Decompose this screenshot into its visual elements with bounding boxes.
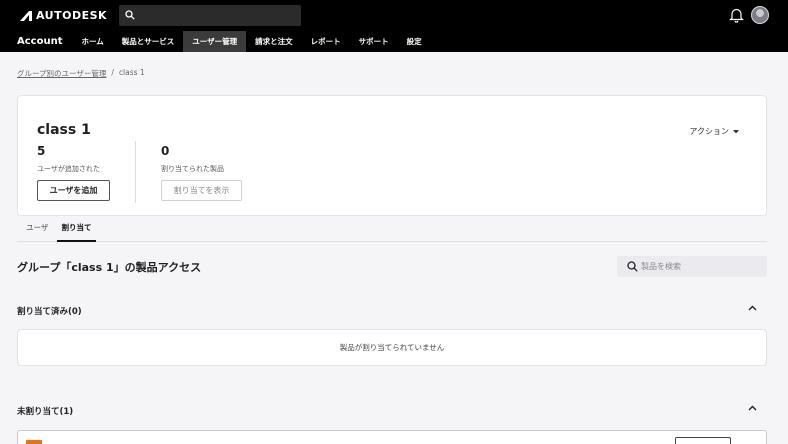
product-row-button[interactable] bbox=[675, 437, 731, 444]
action-menu-button[interactable]: アクション bbox=[689, 126, 739, 137]
add-user-button[interactable]: ユーザを追加 bbox=[37, 180, 110, 201]
nav-item-settings[interactable]: 設定 bbox=[398, 31, 431, 52]
caret-down-icon bbox=[733, 129, 739, 133]
nav-item-billing-orders[interactable]: 請求と注文 bbox=[246, 31, 302, 52]
global-search-input[interactable] bbox=[119, 5, 301, 26]
product-icon bbox=[26, 440, 42, 444]
bell-icon[interactable] bbox=[729, 7, 744, 23]
products-stat: 0 割り当てられた製品 bbox=[161, 144, 224, 174]
assigned-header-label: 割り当て済み(0) bbox=[17, 307, 82, 317]
group-title: class 1 bbox=[37, 122, 91, 138]
nav-item-products-services[interactable]: 製品とサービス bbox=[113, 31, 184, 52]
chevron-up-icon[interactable] bbox=[748, 405, 757, 411]
user-avatar[interactable] bbox=[751, 6, 769, 24]
nav-account[interactable]: Account bbox=[0, 31, 72, 52]
view-assignments-button[interactable]: 割り当てを表示 bbox=[161, 180, 242, 201]
autodesk-logo-icon bbox=[20, 10, 32, 21]
tab-users[interactable]: ユーザ bbox=[26, 217, 48, 242]
users-stat: 5 ユーザが追加された bbox=[37, 144, 100, 174]
product-search-input[interactable]: 製品を検索 bbox=[617, 256, 767, 277]
breadcrumb-current: class 1 bbox=[118, 68, 145, 77]
assigned-accordion-header[interactable]: 割り当て済み(0) bbox=[17, 305, 767, 317]
products-count: 0 bbox=[161, 144, 170, 158]
users-count-label: ユーザが追加された bbox=[37, 165, 100, 173]
search-icon bbox=[627, 261, 638, 272]
breadcrumb-separator: / bbox=[111, 68, 114, 77]
chevron-up-icon[interactable] bbox=[748, 305, 757, 311]
nav-item-reports[interactable]: レポート bbox=[302, 31, 350, 52]
stat-divider bbox=[135, 141, 136, 203]
product-access-title: グループ「class 1」の製品アクセス bbox=[17, 261, 202, 274]
products-count-label: 割り当てられた製品 bbox=[161, 165, 224, 173]
unassigned-accordion-header[interactable]: 未割り当て(1) bbox=[17, 405, 767, 417]
unassigned-product-row[interactable] bbox=[17, 430, 767, 444]
nav-item-user-management[interactable]: ユーザー管理 bbox=[183, 31, 247, 52]
users-count: 5 bbox=[37, 144, 46, 158]
unassigned-header-label: 未割り当て(1) bbox=[17, 407, 74, 417]
logo-text: AUTODESK bbox=[36, 9, 108, 22]
nav-item-support[interactable]: サポート bbox=[350, 31, 398, 52]
empty-state-text: 製品が割り当てられていません bbox=[339, 343, 445, 352]
nav-item-home[interactable]: ホーム bbox=[72, 31, 112, 52]
autodesk-logo[interactable]: AUTODESK bbox=[20, 9, 107, 22]
search-icon bbox=[125, 10, 135, 20]
breadcrumb: グループ別のユーザー管理 / class 1 bbox=[17, 68, 145, 79]
top-bar: AUTODESK bbox=[0, 0, 788, 31]
action-menu-label: アクション bbox=[689, 127, 729, 136]
tab-bar: ユーザ 割り当て bbox=[17, 217, 767, 242]
tab-assignments[interactable]: 割り当て bbox=[57, 217, 96, 242]
breadcrumb-parent-link[interactable]: グループ別のユーザー管理 bbox=[17, 68, 106, 79]
main-nav: Account ホーム 製品とサービス ユーザー管理 請求と注文 レポート サポ… bbox=[0, 31, 788, 52]
group-summary-card: class 1 アクション 5 ユーザが追加された 0 割り当てられた製品 ユー… bbox=[17, 95, 767, 216]
assigned-empty-state: 製品が割り当てられていません bbox=[17, 329, 767, 366]
product-search-placeholder: 製品を検索 bbox=[641, 262, 681, 271]
